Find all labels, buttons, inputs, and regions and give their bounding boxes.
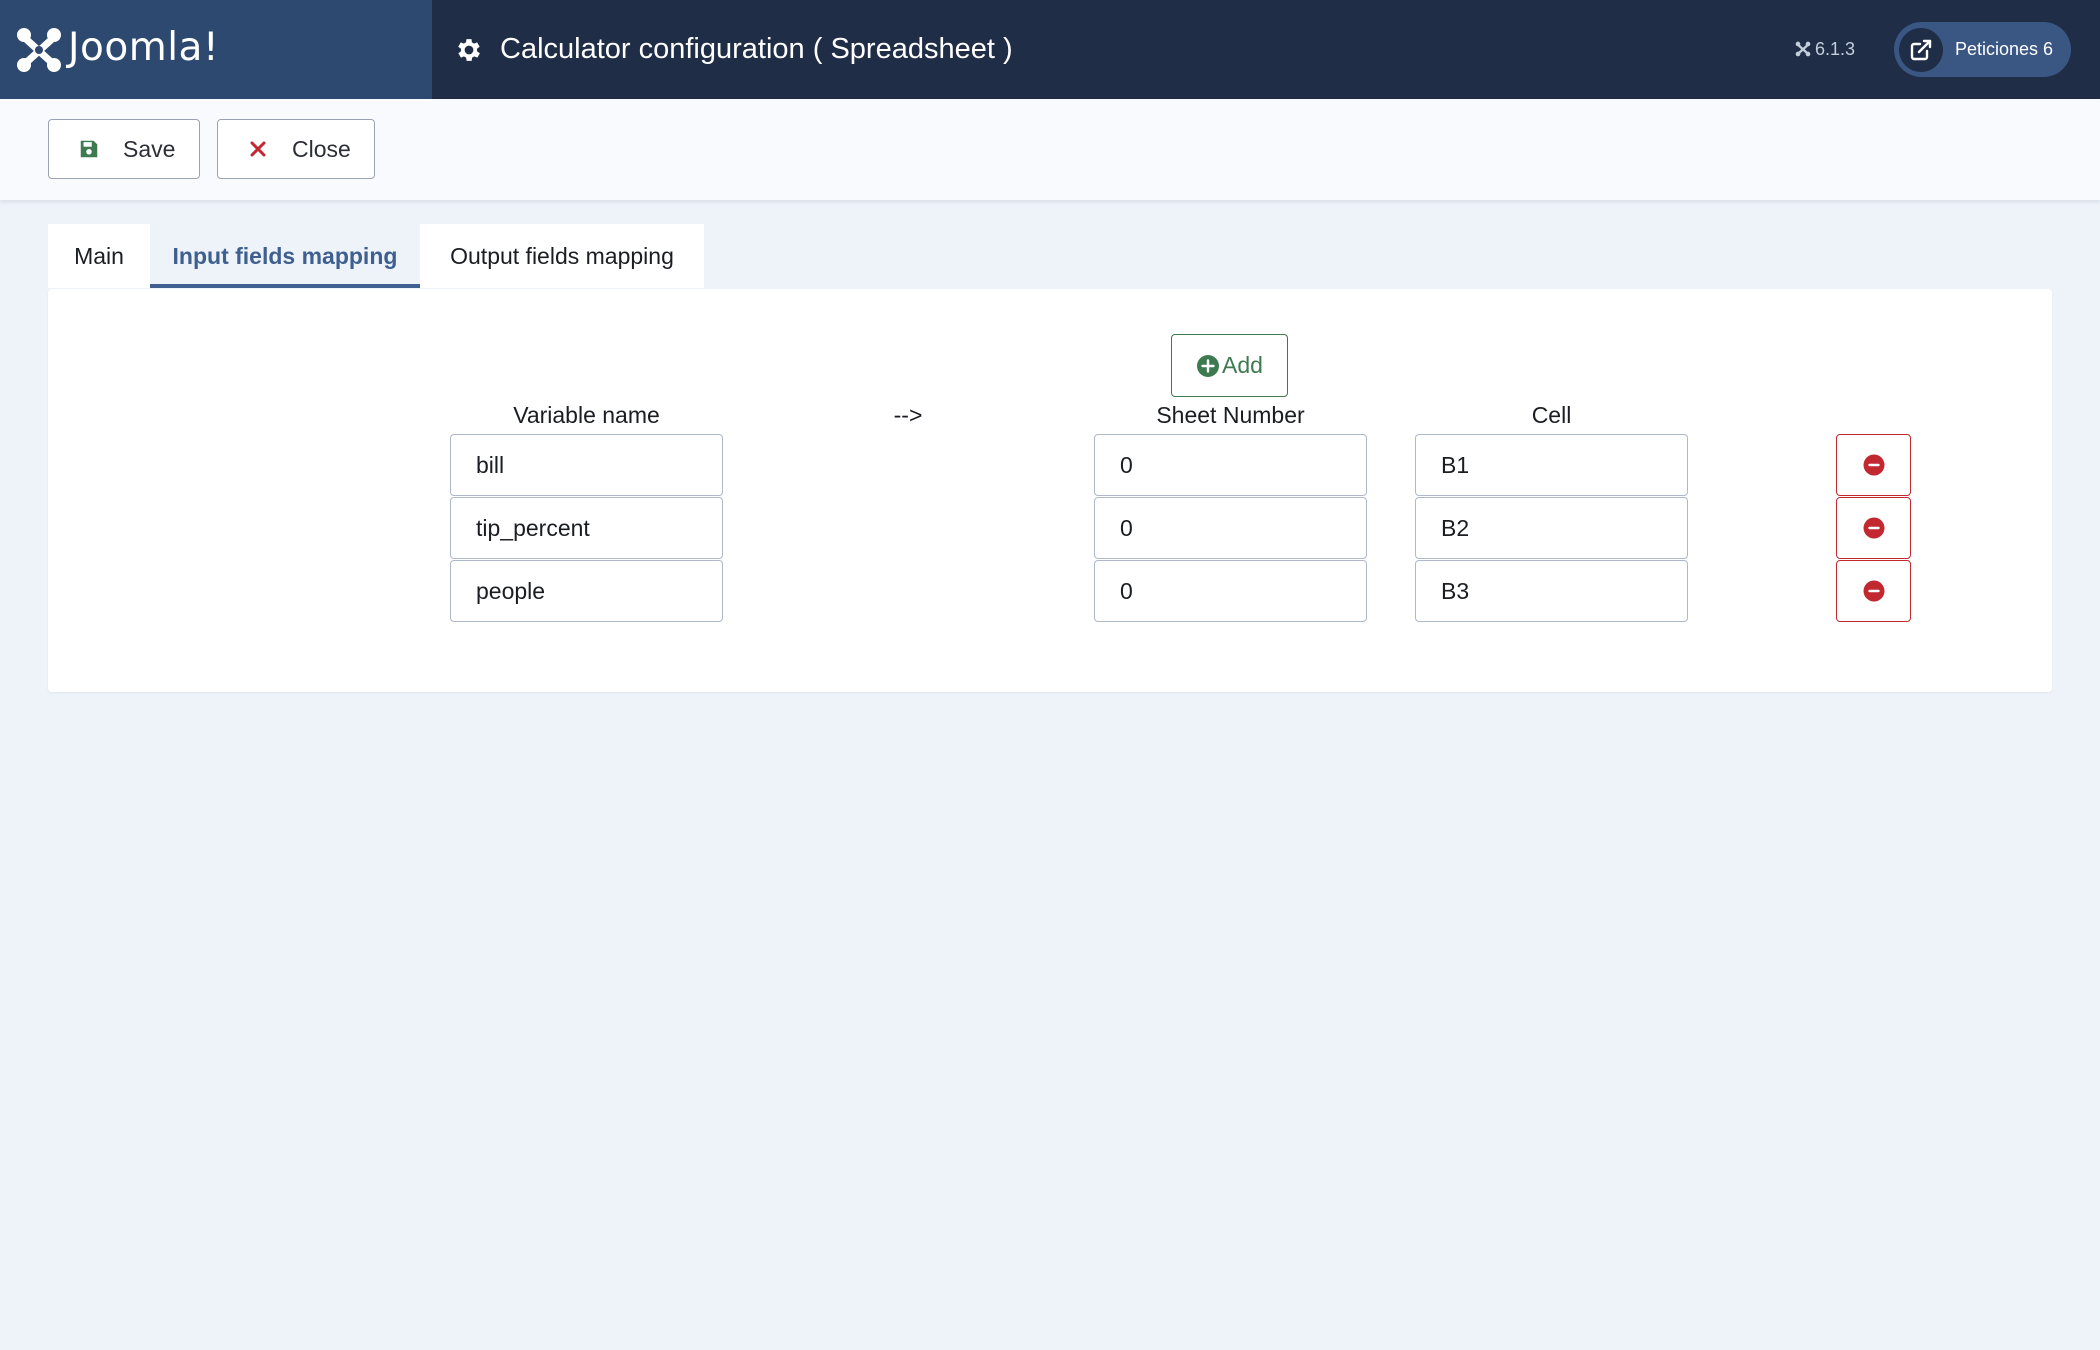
column-header-variable-name: Variable name (513, 402, 660, 428)
requests-label: Peticiones 6 (1955, 39, 2054, 59)
variable-name-input[interactable]: bill (450, 434, 723, 496)
mapping-panel (48, 289, 2052, 692)
column-header-sheet-number: Sheet Number (1156, 402, 1305, 428)
page-title-wrap: Calculator configuration ( Spreadsheet ) (454, 0, 1013, 99)
page-title: Calculator configuration ( Spreadsheet ) (500, 33, 1013, 65)
tab-output-fields-mapping[interactable]: Output fields mapping (420, 224, 704, 288)
close-icon (245, 136, 271, 162)
tab-main[interactable]: Main (48, 224, 150, 288)
gear-icon (458, 38, 480, 61)
toolbar: Save Close (0, 99, 2100, 200)
variable-name-input[interactable]: people (450, 560, 723, 622)
save-label: Save (123, 135, 176, 162)
version-indicator: 6.1.3 (1795, 36, 1855, 62)
close-label: Close (292, 135, 351, 162)
logo[interactable]: Joomla! (0, 0, 432, 99)
sheet-number-input[interactable]: 0 (1094, 560, 1367, 622)
column-header-arrow: --> (893, 402, 923, 428)
cell-input[interactable]: B3 (1415, 560, 1688, 622)
minus-circle-icon (1863, 580, 1884, 602)
cell-input[interactable]: B1 (1415, 434, 1688, 496)
remove-row-button[interactable] (1836, 434, 1911, 496)
top-header: Joomla! Calculator configuration ( Sprea… (0, 0, 2100, 99)
external-link-icon (1899, 27, 1943, 72)
tab-input-fields-mapping[interactable]: Input fields mapping (150, 224, 420, 288)
minus-circle-icon (1863, 517, 1884, 539)
logo-text: Joomla! (68, 25, 220, 70)
plus-circle-icon (1197, 354, 1220, 377)
cell-input[interactable]: B2 (1415, 497, 1688, 559)
column-header-cell: Cell (1531, 402, 1572, 428)
close-button[interactable]: Close (217, 119, 375, 179)
add-row-button[interactable]: Add (1171, 334, 1288, 397)
floppy-disk-icon (76, 136, 102, 162)
requests-button[interactable]: Peticiones 6 (1894, 22, 2071, 77)
save-button[interactable]: Save (48, 119, 200, 179)
minus-circle-icon (1863, 454, 1884, 476)
joomla-logo-icon (17, 28, 61, 72)
variable-name-input[interactable]: tip_percent (450, 497, 723, 559)
version-text: 6.1.3 (1815, 38, 1856, 59)
tab-bar: Main Input fields mapping Output fields … (48, 224, 704, 288)
sheet-number-input[interactable]: 0 (1094, 434, 1367, 496)
remove-row-button[interactable] (1836, 560, 1911, 622)
remove-row-button[interactable] (1836, 497, 1911, 559)
joomla-mini-icon (1795, 41, 1811, 57)
sheet-number-input[interactable]: 0 (1094, 497, 1367, 559)
add-label: Add (1222, 352, 1263, 378)
